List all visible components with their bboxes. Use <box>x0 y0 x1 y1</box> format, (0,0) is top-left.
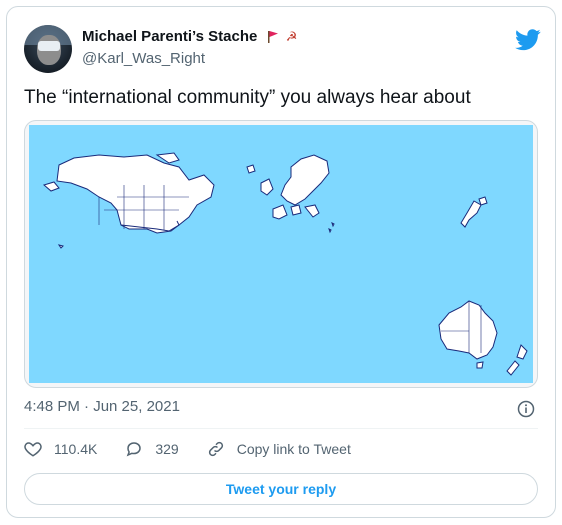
copy-link-label: Copy link to Tweet <box>236 441 351 457</box>
tweet-image[interactable] <box>24 120 538 388</box>
heart-icon <box>24 442 42 457</box>
author-name-text[interactable]: Michael Parenti’s Stache <box>82 28 257 45</box>
tweet-card: Michael Parenti’s Stache ☭ @Karl_Was_Rig… <box>6 6 556 518</box>
flag-icon <box>267 31 278 44</box>
info-icon[interactable] <box>517 400 535 418</box>
twitter-bird-icon[interactable] <box>515 29 541 51</box>
tweet-timestamp[interactable]: 4:48 PM · Jun 25, 2021 <box>24 398 180 415</box>
author-handle[interactable]: @Karl_Was_Right <box>82 50 205 67</box>
tweet-your-reply-button[interactable]: Tweet your reply <box>24 473 538 505</box>
copy-link-button[interactable]: Copy link to Tweet <box>207 440 351 458</box>
link-icon <box>208 441 223 457</box>
divider <box>24 428 538 429</box>
reply-count: 329 <box>155 441 179 457</box>
author-name[interactable]: Michael Parenti’s Stache ☭ <box>82 28 297 45</box>
tweet-text: The “international community” you always… <box>24 87 471 108</box>
tweet-actions: 110.4K 329 Copy link to Tweet <box>24 438 379 460</box>
like-count: 110.4K <box>54 441 98 457</box>
world-map-image <box>29 125 533 383</box>
reply-icon <box>127 442 142 457</box>
reply-button[interactable]: 329 <box>125 440 179 458</box>
like-button[interactable]: 110.4K <box>24 440 97 458</box>
avatar[interactable] <box>24 25 72 73</box>
hammer-sickle-icon: ☭ <box>285 29 298 45</box>
